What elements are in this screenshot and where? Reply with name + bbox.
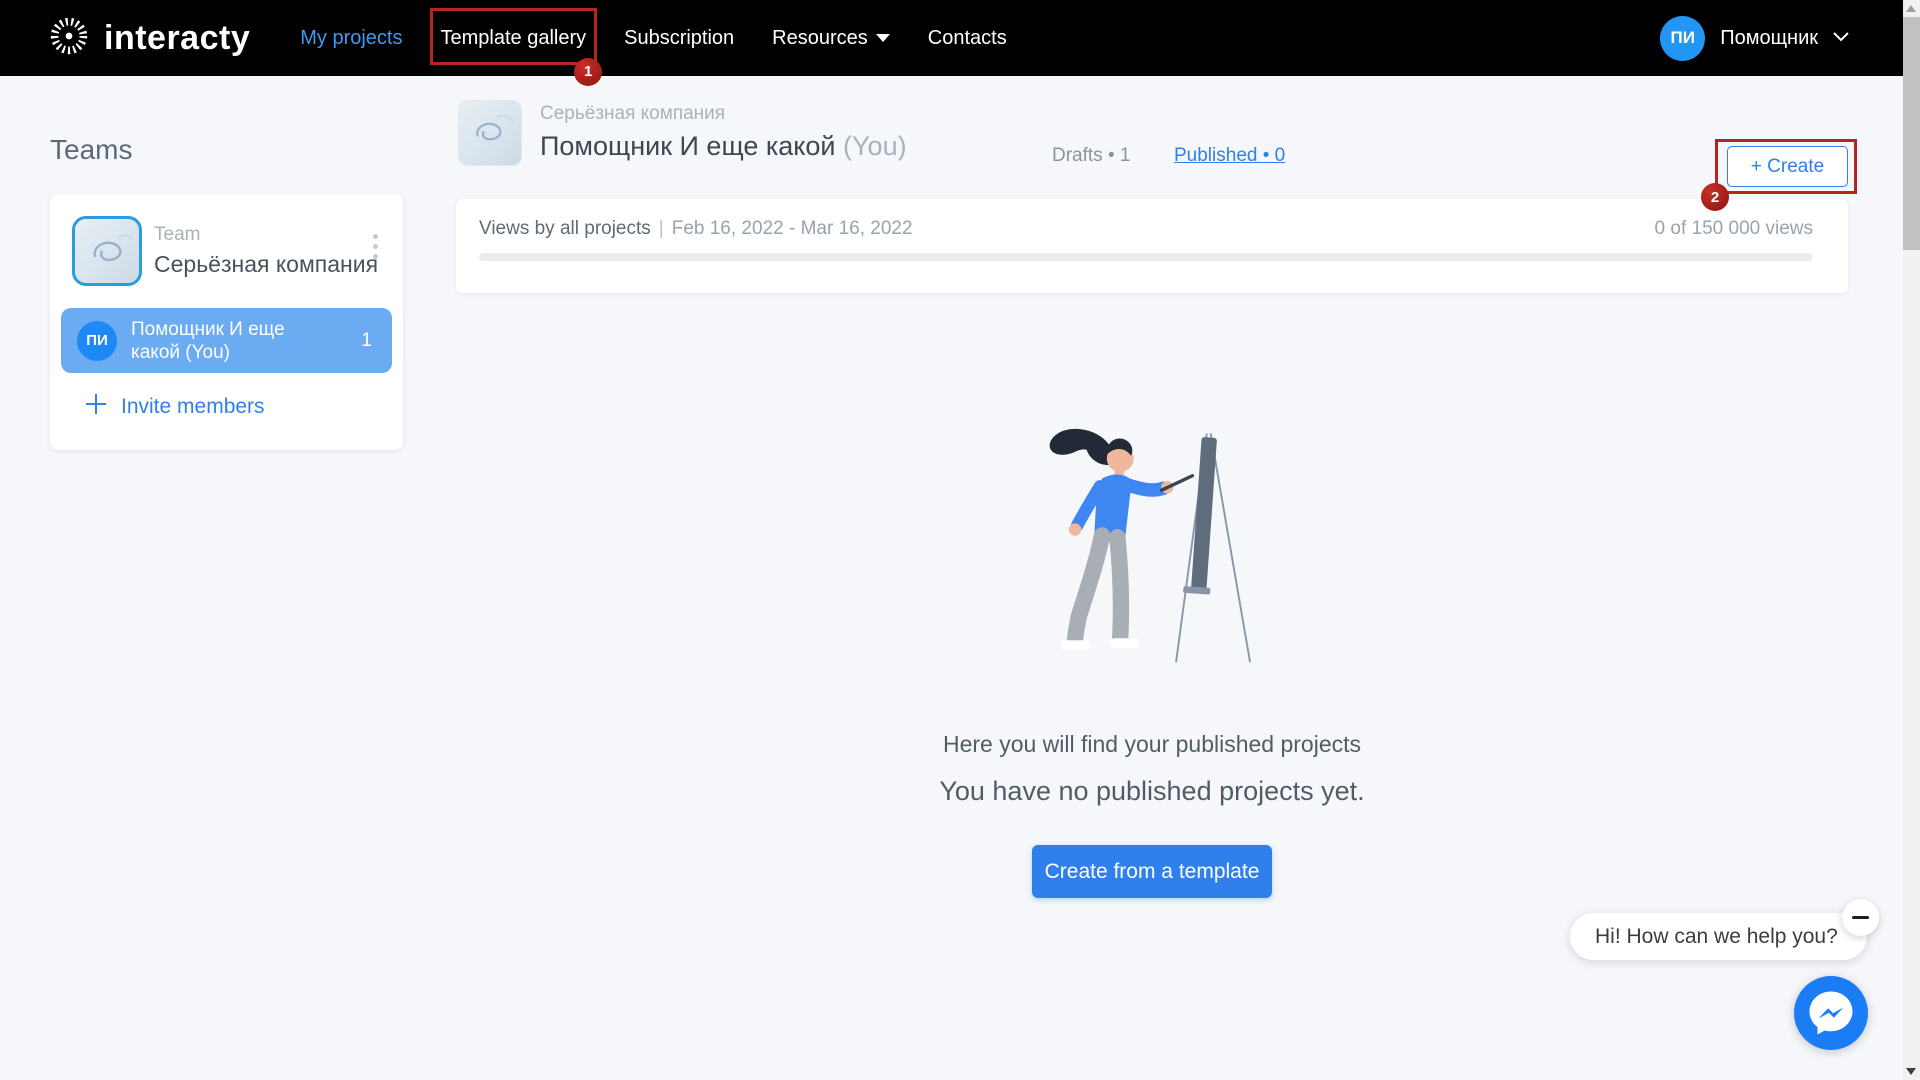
chevron-down-icon: [1833, 29, 1849, 47]
nav-item-subscription[interactable]: Subscription: [624, 27, 734, 50]
minus-icon: [1852, 916, 1869, 919]
messenger-chat-button[interactable]: [1794, 976, 1868, 1050]
workspace-team-name: Серьёзная компания: [540, 103, 726, 124]
workspace-thumbnail: [458, 100, 522, 166]
create-from-template-button[interactable]: Create from a template: [1032, 845, 1272, 898]
nav-item-contacts[interactable]: Contacts: [928, 27, 1007, 50]
views-label: Views by all projects: [479, 218, 651, 239]
views-separator: |: [658, 218, 664, 239]
scrollbar-up-arrow-icon[interactable]: [1906, 5, 1916, 12]
team-type-label: Team: [154, 224, 201, 245]
team-avatar[interactable]: [72, 216, 142, 286]
annotation-step-badge-2: 2: [1701, 183, 1729, 211]
empty-state-illustration: [1017, 420, 1287, 675]
top-nav: interacty My projects Template gallery 1…: [0, 0, 1903, 86]
invite-members-label: Invite members: [121, 394, 265, 418]
empty-state-line2: You have no published projects yet.: [939, 776, 1365, 806]
page-title: Помощник И еще какой (You): [540, 131, 907, 161]
invite-members-button[interactable]: Invite members: [85, 393, 392, 420]
user-avatar[interactable]: ПИ: [1660, 15, 1706, 61]
you-suffix: (You): [843, 131, 907, 161]
team-options-kebab-icon[interactable]: [369, 230, 382, 263]
scrollbar-thumb[interactable]: [1903, 17, 1920, 250]
vertical-scrollbar[interactable]: [1903, 0, 1920, 1080]
views-stats-card: Views by all projects | Feb 16, 2022 - M…: [456, 199, 1848, 293]
dropdown-caret-icon: [875, 34, 890, 43]
interacty-logo-icon: [46, 13, 92, 64]
team-info: Team Серьёзная компания: [154, 216, 378, 278]
brand-logo[interactable]: interacty: [46, 13, 250, 64]
member-avatar: ПИ: [77, 320, 117, 361]
user-menu[interactable]: ПИ Помощник: [1660, 0, 1849, 76]
workspace-header: Серьёзная компания Помощник И еще какой …: [456, 100, 1857, 211]
team-name: Серьёзная компания: [154, 251, 379, 277]
published-tab-link[interactable]: Published • 0: [1174, 145, 1285, 167]
views-progress-bar: [479, 253, 1813, 261]
teams-sidebar: Teams Team Серьёзная компания ПИ Помощни…: [50, 134, 403, 450]
views-date-range: Feb 16, 2022 - Mar 16, 2022: [671, 218, 913, 239]
chat-minimize-button[interactable]: [1842, 899, 1879, 936]
team-avatar-image: [93, 234, 133, 261]
create-button[interactable]: + Create: [1727, 146, 1848, 187]
nav-menu: My projects Template gallery 1 Subscript…: [300, 7, 1007, 86]
nav-item-resources[interactable]: Resources: [772, 27, 890, 50]
empty-state-line1: Here you will find your published projec…: [942, 731, 1362, 757]
chat-greeting-text: Hi! How can we help you?: [1595, 924, 1838, 948]
chat-greeting-bubble[interactable]: Hi! How can we help you?: [1570, 913, 1867, 960]
plus-icon: [85, 393, 107, 420]
teams-title: Teams: [50, 134, 133, 165]
workspace-thumbnail-image: [476, 115, 514, 141]
team-card: Team Серьёзная компания ПИ Помощник И ещ…: [50, 194, 403, 450]
drafts-counter[interactable]: Drafts • 1: [1052, 145, 1130, 167]
views-usage: 0 of 150 000 views: [1654, 218, 1813, 239]
messenger-icon: [1794, 976, 1868, 1050]
team-card-header: Team Серьёзная компания: [61, 216, 392, 286]
member-name: Помощник И еще какой (You): [131, 318, 285, 363]
workspace-names: Серьёзная компания Помощник И еще какой …: [540, 103, 907, 162]
nav-item-template-gallery[interactable]: Template gallery 1: [430, 7, 603, 86]
member-project-count: 1: [361, 329, 372, 351]
brand-name: interacty: [104, 18, 251, 57]
member-row[interactable]: ПИ Помощник И еще какой (You) 1: [61, 308, 392, 373]
scrollbar-down-arrow-icon[interactable]: [1906, 1068, 1916, 1075]
create-button-wrap: + Create 2: [1701, 139, 1857, 211]
annotation-step-badge-1: 1: [574, 57, 603, 86]
nav-item-my-projects[interactable]: My projects: [300, 27, 402, 50]
views-stats-row: Views by all projects | Feb 16, 2022 - M…: [479, 218, 1813, 240]
user-name: Помощник: [1720, 26, 1818, 49]
